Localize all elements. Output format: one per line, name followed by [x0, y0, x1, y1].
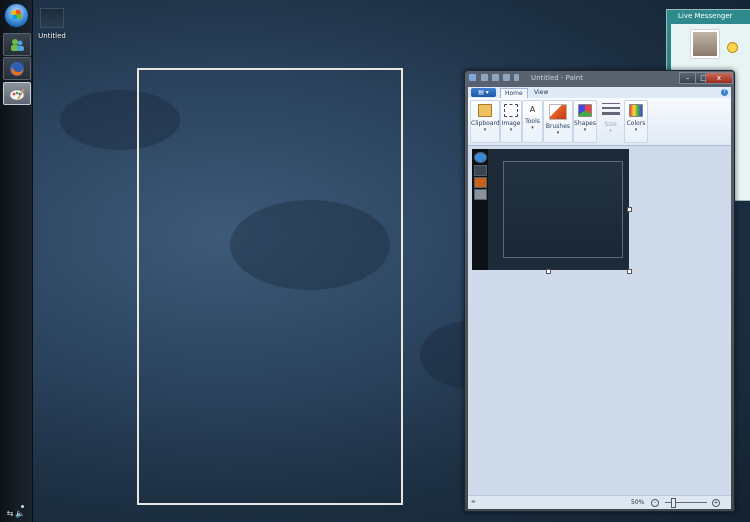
- tools-group[interactable]: A Tools ▾: [522, 100, 543, 143]
- brush-icon: [549, 104, 567, 120]
- paint-titlebar[interactable]: Untitled - Paint – □ x: [465, 71, 734, 85]
- windows-logo-icon: [11, 9, 22, 20]
- status-bar: ⌖ 50% – +: [468, 495, 731, 509]
- taskbar-messenger-button[interactable]: [3, 33, 31, 56]
- clipboard-group[interactable]: Clipboard ▾: [470, 100, 500, 143]
- clipboard-label: Clipboard: [471, 120, 500, 127]
- colors-group[interactable]: Colors ▾: [624, 100, 648, 143]
- pasted-window: [503, 161, 623, 258]
- firefox-icon: [10, 61, 24, 76]
- shapes-label: Shapes: [574, 120, 596, 127]
- paint-menu-button[interactable]: ▤ ▾: [471, 88, 496, 97]
- size-group[interactable]: Size ▾: [597, 100, 624, 143]
- resize-handle-right[interactable]: [627, 207, 632, 212]
- resize-handle-bottom[interactable]: [546, 269, 551, 274]
- resize-handle-corner[interactable]: [627, 269, 632, 274]
- brushes-label: Brushes: [545, 123, 571, 130]
- close-button[interactable]: x: [705, 72, 733, 84]
- desktop-icon-untitled[interactable]: Untitled: [38, 8, 66, 40]
- window-title: Untitled - Paint: [531, 74, 583, 82]
- minimize-button[interactable]: –: [679, 72, 696, 84]
- ribbon: Clipboard ▾ Image ▾ A Tools ▾ Brushes ▾ …: [468, 98, 731, 146]
- selection-rectangle: [137, 68, 403, 505]
- start-button[interactable]: [4, 3, 29, 28]
- cursor-position-icon: ⌖: [471, 497, 476, 506]
- messenger-buddies-icon: [11, 38, 24, 51]
- zoom-out-button[interactable]: –: [651, 499, 659, 507]
- paint-icon: [474, 189, 487, 200]
- redo-icon[interactable]: [503, 74, 510, 81]
- clipboard-icon: [478, 104, 492, 117]
- chevron-down-icon: ▾: [531, 125, 534, 131]
- chevron-down-icon: ▾: [556, 130, 560, 136]
- line-size-icon: [601, 103, 620, 115]
- shapes-group[interactable]: Shapes ▾: [573, 100, 597, 143]
- volume-icon[interactable]: 🔈: [15, 509, 25, 518]
- taskbar-paint-button[interactable]: [3, 82, 31, 105]
- messenger-icon: [474, 165, 487, 176]
- undo-icon[interactable]: [492, 74, 499, 81]
- size-label: Size: [604, 121, 617, 128]
- paint-palette-icon: [9, 88, 25, 100]
- pasted-taskbar: [472, 149, 488, 270]
- zoom-level: 50%: [631, 499, 645, 506]
- image-group[interactable]: Image ▾: [500, 100, 522, 143]
- tab-view[interactable]: View: [530, 88, 552, 98]
- image-file-icon: [40, 8, 64, 28]
- brushes-group[interactable]: Brushes ▾: [543, 100, 573, 143]
- chevron-down-icon: ▾: [509, 127, 513, 133]
- colors-label: Colors: [626, 120, 646, 127]
- messenger-title: Live Messenger: [678, 12, 733, 20]
- chevron-down-icon: ▾: [609, 128, 612, 134]
- zoom-slider-thumb[interactable]: [671, 498, 676, 508]
- select-icon: [504, 104, 518, 117]
- canvas-image[interactable]: [472, 149, 629, 270]
- taskbar: ⇆ 🔈: [0, 0, 33, 522]
- avatar[interactable]: [691, 30, 719, 58]
- save-icon[interactable]: [481, 74, 488, 81]
- tools-label: Tools: [525, 118, 540, 125]
- emoticon-icon[interactable]: [727, 42, 738, 53]
- system-tray: ⇆ 🔈: [2, 506, 30, 520]
- image-label: Image: [501, 120, 521, 127]
- zoom-in-button[interactable]: +: [712, 499, 720, 507]
- chevron-down-icon: ▾: [634, 127, 638, 133]
- canvas-area[interactable]: [468, 146, 731, 495]
- firefox-icon: [474, 177, 487, 188]
- help-icon[interactable]: ?: [721, 89, 728, 96]
- desktop-icon-label: Untitled: [38, 32, 66, 40]
- chevron-down-icon: ▾: [583, 127, 587, 133]
- color-palette-icon: [629, 104, 643, 117]
- paint-app-icon[interactable]: [469, 74, 476, 81]
- customize-dropdown-icon[interactable]: [514, 74, 519, 81]
- taskbar-firefox-button[interactable]: [3, 57, 31, 80]
- network-icon[interactable]: ⇆: [7, 509, 14, 518]
- chevron-down-icon: ▾: [483, 127, 487, 133]
- start-orb-icon: [474, 152, 487, 163]
- paint-window[interactable]: Untitled - Paint – □ x ▤ ▾ Home View ? C…: [464, 70, 735, 512]
- text-tool-icon: A: [526, 104, 539, 115]
- ribbon-tab-bar: ▤ ▾ Home View ?: [468, 87, 731, 99]
- shapes-icon: [578, 104, 592, 117]
